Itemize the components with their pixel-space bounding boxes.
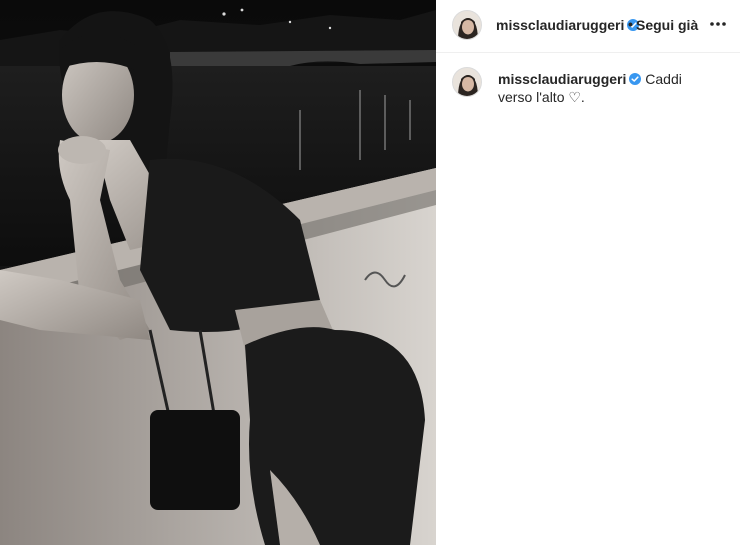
avatar-image [453, 68, 481, 96]
post-photo[interactable] [0, 0, 436, 545]
separator-dot: • [628, 16, 633, 32]
following-button[interactable]: Segui già [636, 17, 698, 33]
author-username[interactable]: missclaudiaruggeri [496, 17, 640, 33]
post-side-panel: missclaudiaruggeri • Segui già missclaud… [436, 0, 740, 545]
avatar-image [453, 11, 481, 39]
author-username-text: missclaudiaruggeri [496, 17, 625, 33]
post-header: missclaudiaruggeri • Segui già [436, 0, 740, 53]
more-options-icon[interactable] [708, 14, 728, 34]
post-image [0, 0, 436, 545]
caption-author-avatar[interactable] [452, 67, 482, 97]
author-avatar[interactable] [452, 10, 482, 40]
verified-badge-icon [629, 73, 642, 85]
caption-text: missclaudiaruggeri Caddi verso l'alto ♡. [498, 70, 708, 106]
caption-username[interactable]: missclaudiaruggeri [498, 71, 626, 87]
